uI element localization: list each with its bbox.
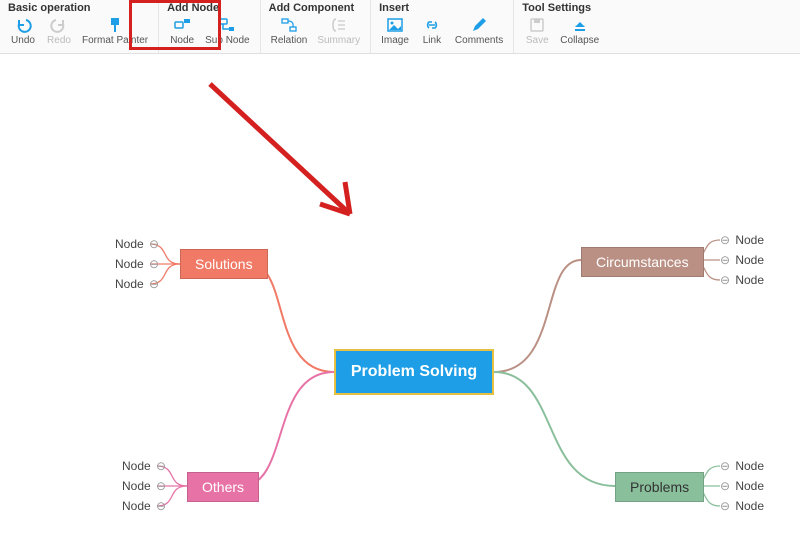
leaf-node[interactable]: Node ⊖	[122, 499, 168, 513]
leaf-node[interactable]: ⊖ Node	[718, 253, 764, 267]
central-node[interactable]: Problem Solving	[334, 349, 494, 395]
leaf-node[interactable]: ⊖ Node	[718, 479, 764, 493]
branch-problems[interactable]: Problems	[615, 472, 704, 502]
leaf-node[interactable]: ⊖ Node	[718, 499, 764, 513]
annotation-arrow	[200, 74, 400, 244]
group-title: Tool Settings	[520, 2, 603, 14]
save-icon	[528, 16, 546, 34]
leaf-node[interactable]: Node ⊖	[115, 237, 161, 251]
mindmap-canvas[interactable]: Problem Solving Solutions Circumstances …	[0, 54, 800, 555]
undo-icon	[14, 16, 32, 34]
comments-button[interactable]: Comments	[451, 16, 507, 46]
sub-node-icon	[218, 16, 236, 34]
relation-icon	[280, 16, 298, 34]
branch-solutions[interactable]: Solutions	[180, 249, 268, 279]
redo-icon	[50, 16, 68, 34]
summary-button: Summary	[313, 16, 364, 46]
brush-icon	[106, 16, 124, 34]
image-icon	[386, 16, 404, 34]
leaf-node[interactable]: ⊖ Node	[718, 273, 764, 287]
branch-circumstances[interactable]: Circumstances	[581, 247, 704, 277]
annotation-highlight	[129, 0, 221, 50]
leaf-node[interactable]: ⊖ Node	[718, 233, 764, 247]
save-button: Save	[520, 16, 554, 46]
branch-others[interactable]: Others	[187, 472, 259, 502]
leaf-node[interactable]: Node ⊖	[122, 479, 168, 493]
collapse-button[interactable]: Collapse	[556, 16, 603, 46]
leaf-node[interactable]: Node ⊖	[115, 277, 161, 291]
leaf-node[interactable]: Node ⊖	[122, 459, 168, 473]
group-tool-settings: Tool Settings Save Collapse	[514, 0, 609, 53]
group-add-component: Add Component Relation Summary	[261, 0, 372, 53]
group-insert: Insert Image Link Comments	[371, 0, 514, 53]
summary-icon	[330, 16, 348, 34]
link-icon	[423, 16, 441, 34]
undo-button[interactable]: Undo	[6, 16, 40, 46]
group-title: Add Component	[267, 2, 365, 14]
relation-button[interactable]: Relation	[267, 16, 312, 46]
leaf-node[interactable]: Node ⊖	[115, 257, 161, 271]
image-button[interactable]: Image	[377, 16, 413, 46]
pencil-icon	[470, 16, 488, 34]
collapse-icon	[571, 16, 589, 34]
link-button[interactable]: Link	[415, 16, 449, 46]
group-title: Insert	[377, 2, 507, 14]
leaf-node[interactable]: ⊖ Node	[718, 459, 764, 473]
toolbar: Basic operation Undo Redo Format Painter…	[0, 0, 800, 54]
redo-button[interactable]: Redo	[42, 16, 76, 46]
